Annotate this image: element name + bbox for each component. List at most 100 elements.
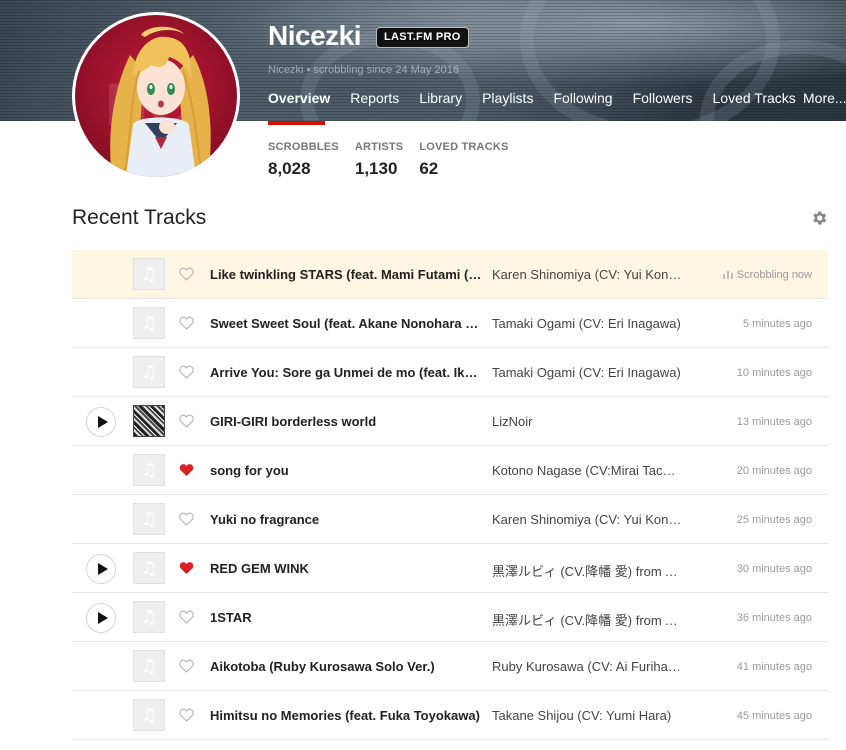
artist-name[interactable]: Tamaki Ogami (CV: Eri Inagawa) bbox=[492, 365, 682, 380]
stat-label: Scrobbles bbox=[268, 141, 339, 153]
artist-name[interactable]: 黒澤ルビィ (CV.降幡 愛) from Aqours bbox=[492, 561, 682, 580]
track-name[interactable]: GIRI-GIRI borderless world bbox=[210, 414, 482, 429]
music-note-icon[interactable]: ♫ bbox=[133, 454, 165, 486]
heart-icon[interactable] bbox=[178, 266, 196, 282]
track-name[interactable]: Arrive You: Sore ga Unmei de mo (feat. I… bbox=[210, 365, 482, 380]
equalizer-icon bbox=[722, 270, 733, 282]
stat-artists[interactable]: Artists 1,130 bbox=[355, 141, 403, 179]
music-note-icon[interactable]: ♫ bbox=[133, 356, 165, 388]
recent-tracks-list: ♫ Like twinkling STARS (feat. Mami Futami… bbox=[72, 250, 828, 750]
pro-badge[interactable]: LAST.FM PRO bbox=[376, 27, 469, 48]
nav-tab-reports[interactable]: Reports bbox=[350, 88, 399, 121]
profile-nav: Overview Reports Library Playlists Follo… bbox=[268, 88, 846, 121]
track-row[interactable]: ♫ Yuki no fragrance Karen Shinomiya (CV: Y… bbox=[72, 495, 828, 544]
play-icon[interactable] bbox=[86, 554, 116, 584]
stat-label: Loved Tracks bbox=[419, 141, 509, 153]
recent-tracks-title[interactable]: Recent Tracks bbox=[72, 206, 206, 230]
heart-icon[interactable] bbox=[178, 462, 196, 478]
track-name[interactable]: Himitsu no Memories (feat. Fuka Toyokawa… bbox=[210, 708, 482, 723]
heart-icon[interactable] bbox=[178, 364, 196, 380]
artist-name[interactable]: Kotono Nagase (CV:Mirai Tachibana) bbox=[492, 463, 682, 478]
stat-scrobbles[interactable]: Scrobbles 8,028 bbox=[268, 141, 339, 179]
track-name[interactable]: 1STAR bbox=[210, 610, 482, 625]
avatar[interactable]: NC bbox=[72, 12, 240, 180]
timestamp: 41 minutes ago bbox=[737, 661, 812, 673]
heart-icon[interactable] bbox=[178, 413, 196, 429]
avatar-illustration: NC bbox=[105, 26, 211, 177]
nav-tab-playlists[interactable]: Playlists bbox=[482, 88, 533, 121]
track-name[interactable]: Sweet Sweet Soul (feat. Akane Nonohara (… bbox=[210, 316, 482, 331]
track-name[interactable]: Yuki no fragrance bbox=[210, 512, 482, 527]
heart-icon[interactable] bbox=[178, 707, 196, 723]
timestamp-text: 41 minutes ago bbox=[736, 661, 812, 673]
artist-name[interactable]: Tamaki Ogami (CV: Eri Inagawa) bbox=[492, 316, 682, 331]
heart-icon[interactable] bbox=[178, 609, 196, 625]
heart-icon[interactable] bbox=[178, 315, 196, 331]
timestamp-text: 30 minutes ago bbox=[736, 563, 812, 575]
track-row[interactable]: ♫ RED GEM WINK 黒澤ルビィ (CV.降幡 愛) from Aqours… bbox=[72, 544, 828, 593]
track-row[interactable]: ♫ Arrive You: Sore ga Unmei de mo (feat. … bbox=[72, 348, 828, 397]
track-name[interactable]: song for you bbox=[210, 463, 482, 478]
artist-name[interactable]: Karen Shinomiya (CV: Yui Kondo) bbox=[492, 267, 682, 282]
track-row[interactable]: ♫ Aikotoba (Ruby Kurosawa Solo Ver.) Ruby … bbox=[72, 642, 828, 691]
artist-name[interactable]: Karen Shinomiya (CV: Yui Kondo) bbox=[492, 512, 682, 527]
timestamp: 13 minutes ago bbox=[737, 416, 812, 428]
timestamp-text: Scrobbling now bbox=[736, 269, 812, 281]
nav-tab-overview[interactable]: Overview bbox=[268, 88, 330, 121]
artist-name[interactable]: LizNoir bbox=[492, 414, 682, 429]
gear-icon[interactable] bbox=[810, 209, 828, 227]
track-row[interactable]: GIRI-GIRI borderless world LizNoir 13 minu… bbox=[72, 397, 828, 446]
stat-loved-tracks[interactable]: Loved Tracks 62 bbox=[419, 141, 508, 179]
nav-more-button[interactable]: More... bbox=[803, 88, 846, 108]
track-name[interactable]: Like twinkling STARS (feat. Mami Futami … bbox=[210, 267, 482, 282]
nav-tab-following[interactable]: Following bbox=[553, 88, 612, 121]
profile-name[interactable]: Nicezki bbox=[268, 20, 362, 52]
heart-icon[interactable] bbox=[178, 560, 196, 576]
timestamp-text: 13 minutes ago bbox=[736, 416, 812, 428]
track-row[interactable]: ♫ Sweet Sweet Soul (feat. Akane Nonohara … bbox=[72, 299, 828, 348]
heart-icon[interactable] bbox=[178, 658, 196, 674]
track-row[interactable]: ♫ song for you Kotono Nagase (CV:Mirai Tac… bbox=[72, 446, 828, 495]
music-note-icon[interactable]: ♫ bbox=[133, 699, 165, 731]
nav-tab-library[interactable]: Library bbox=[419, 88, 462, 121]
music-note-icon[interactable]: ♫ bbox=[133, 601, 165, 633]
stat-value: 8,028 bbox=[268, 159, 311, 178]
now-playing-status: Scrobbling now bbox=[722, 269, 812, 282]
heart-icon[interactable] bbox=[178, 511, 196, 527]
nav-tab-followers[interactable]: Followers bbox=[633, 88, 693, 121]
profile-stats: Scrobbles 8,028 Artists 1,130 Loved Trac… bbox=[268, 141, 525, 179]
timestamp-text: 20 minutes ago bbox=[736, 465, 812, 477]
track-name[interactable]: Aikotoba (Ruby Kurosawa Solo Ver.) bbox=[210, 659, 482, 674]
track-name[interactable]: RED GEM WINK bbox=[210, 561, 482, 576]
artist-name[interactable]: Takane Shijou (CV: Yumi Hara) bbox=[492, 708, 682, 723]
artist-name[interactable]: Ruby Kurosawa (CV: Ai Furihata) bbox=[492, 659, 682, 674]
nav-tab-loved-tracks[interactable]: Loved Tracks bbox=[713, 88, 796, 121]
timestamp: 10 minutes ago bbox=[737, 367, 812, 379]
track-row[interactable] bbox=[72, 740, 828, 750]
timestamp: 5 minutes ago bbox=[743, 318, 812, 330]
album-cover[interactable] bbox=[133, 405, 165, 437]
music-note-icon[interactable]: ♫ bbox=[133, 650, 165, 682]
music-note-icon[interactable]: ♫ bbox=[133, 307, 165, 339]
stat-value: 62 bbox=[419, 159, 439, 178]
stat-label: Artists bbox=[354, 141, 404, 153]
play-icon[interactable] bbox=[86, 603, 116, 633]
track-row[interactable]: ♫ 1STAR 黒澤ルビィ (CV.降幡 愛) from Aqours 36 minu… bbox=[72, 593, 828, 642]
timestamp: 25 minutes ago bbox=[737, 514, 812, 526]
track-row-now-playing[interactable]: ♫ Like twinkling STARS (feat. Mami Futami… bbox=[72, 250, 828, 299]
play-icon[interactable] bbox=[86, 407, 116, 437]
music-note-icon[interactable]: ♫ bbox=[133, 552, 165, 584]
timestamp-text: 25 minutes ago bbox=[736, 514, 812, 526]
track-row[interactable]: ♫ Himitsu no Memories (feat. Fuka Toyokaw… bbox=[72, 691, 828, 740]
timestamp: 20 minutes ago bbox=[737, 465, 812, 477]
active-tab-indicator bbox=[268, 121, 325, 125]
profile-meta: Nicezki • scrobbling since 24 May 2016 bbox=[268, 64, 459, 76]
timestamp-text: 45 minutes ago bbox=[736, 710, 812, 722]
music-note-icon[interactable]: ♫ bbox=[133, 503, 165, 535]
artist-name[interactable]: 黒澤ルビィ (CV.降幡 愛) from Aqours bbox=[492, 610, 682, 629]
timestamp-text: 36 minutes ago bbox=[736, 612, 812, 624]
timestamp: 45 minutes ago bbox=[737, 710, 812, 722]
timestamp-text: 10 minutes ago bbox=[736, 367, 812, 379]
timestamp: 30 minutes ago bbox=[737, 563, 812, 575]
music-note-icon[interactable]: ♫ bbox=[133, 258, 165, 290]
